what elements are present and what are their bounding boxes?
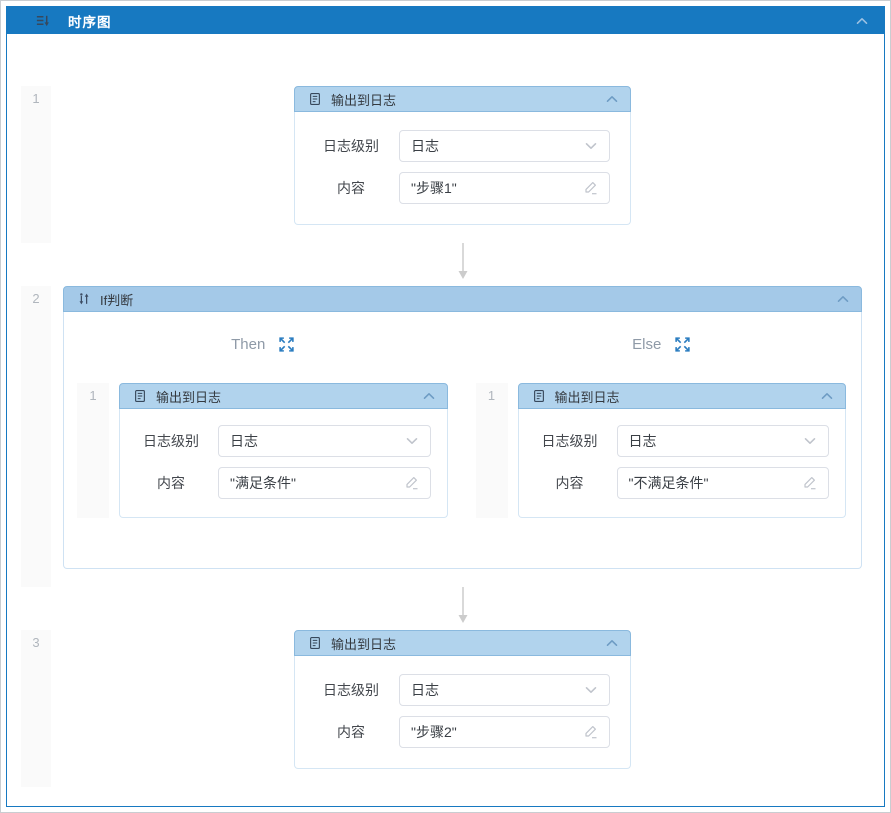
step-index: 2 bbox=[21, 286, 51, 587]
log-document-icon bbox=[532, 389, 546, 403]
block-title: 输出到日志 bbox=[331, 634, 396, 653]
else-branch: 1 输出到日志 bbox=[463, 383, 862, 518]
screen: 时序图 1 输出到日志 日志级别 bbox=[0, 0, 891, 813]
else-label: Else bbox=[632, 336, 661, 353]
log-document-icon bbox=[308, 636, 322, 650]
content-input[interactable]: "步骤2" bbox=[399, 716, 610, 748]
pencil-icon[interactable] bbox=[583, 180, 599, 196]
input-value: "步骤1" bbox=[411, 178, 577, 198]
block-title: 输出到日志 bbox=[331, 90, 396, 109]
content-label: 内容 bbox=[311, 722, 391, 742]
step-index: 1 bbox=[77, 383, 109, 518]
log-document-icon bbox=[133, 389, 147, 403]
log-level-label: 日志级别 bbox=[132, 431, 210, 451]
step-index: 3 bbox=[21, 630, 51, 787]
chevron-down-icon bbox=[583, 138, 599, 154]
sequence-canvas: 1 输出到日志 日志级别 日志 bbox=[7, 34, 884, 806]
log-block-header[interactable]: 输出到日志 bbox=[294, 630, 631, 656]
input-value: "步骤2" bbox=[411, 722, 577, 742]
pencil-icon[interactable] bbox=[802, 475, 818, 491]
log-level-label: 日志级别 bbox=[531, 431, 609, 451]
select-value: 日志 bbox=[411, 680, 577, 700]
then-branch: 1 输出到日志 bbox=[64, 383, 463, 518]
pencil-icon[interactable] bbox=[583, 724, 599, 740]
chevron-up-icon[interactable] bbox=[819, 388, 835, 404]
content-label: 内容 bbox=[531, 473, 609, 493]
chevron-up-icon[interactable] bbox=[835, 291, 851, 307]
input-value: "不满足条件" bbox=[629, 473, 797, 493]
log-level-select[interactable]: 日志 bbox=[399, 674, 610, 706]
select-value: 日志 bbox=[411, 136, 577, 156]
step-row-3: 3 输出到日志 日志级别 日志 bbox=[21, 630, 874, 787]
log-block-step1: 输出到日志 日志级别 日志 bbox=[294, 86, 631, 225]
content-label: 内容 bbox=[311, 178, 391, 198]
chevron-down-icon bbox=[802, 433, 818, 449]
sequence-list-icon bbox=[35, 13, 50, 28]
block-title: 输出到日志 bbox=[555, 387, 620, 406]
log-block-step3: 输出到日志 日志级别 日志 bbox=[294, 630, 631, 769]
step-index: 1 bbox=[476, 383, 508, 518]
step-row-1: 1 输出到日志 日志级别 日志 bbox=[21, 86, 874, 243]
content-input[interactable]: "步骤1" bbox=[399, 172, 610, 204]
expand-fullscreen-icon[interactable] bbox=[278, 336, 295, 353]
flow-connector-2 bbox=[21, 587, 874, 630]
sequence-panel: 时序图 1 输出到日志 日志级别 bbox=[6, 6, 885, 807]
chevron-up-icon[interactable] bbox=[854, 13, 870, 29]
log-block-else: 输出到日志 日志级别 日志 bbox=[518, 383, 847, 518]
log-document-icon bbox=[308, 92, 322, 106]
content-label: 内容 bbox=[132, 473, 210, 493]
branch-arrows-icon bbox=[77, 292, 91, 306]
block-title: 输出到日志 bbox=[156, 387, 221, 406]
log-level-label: 日志级别 bbox=[311, 680, 391, 700]
log-level-label: 日志级别 bbox=[311, 136, 391, 156]
panel-header[interactable]: 时序图 bbox=[7, 7, 884, 34]
panel-title: 时序图 bbox=[68, 11, 112, 31]
if-block-header[interactable]: If判断 bbox=[63, 286, 862, 312]
arrow-down-icon bbox=[455, 587, 471, 630]
if-block: If判断 Then Else bbox=[63, 286, 862, 569]
pencil-icon[interactable] bbox=[404, 475, 420, 491]
content-input[interactable]: "不满足条件" bbox=[617, 467, 830, 499]
arrow-down-icon bbox=[455, 243, 471, 286]
expand-fullscreen-icon[interactable] bbox=[674, 336, 691, 353]
step-row-2: 2 If判断 Then bbox=[21, 286, 874, 587]
log-block-header[interactable]: 输出到日志 bbox=[119, 383, 448, 409]
log-block-header[interactable]: 输出到日志 bbox=[294, 86, 631, 112]
log-block-header[interactable]: 输出到日志 bbox=[518, 383, 847, 409]
then-label: Then bbox=[231, 336, 265, 353]
select-value: 日志 bbox=[629, 431, 797, 451]
chevron-up-icon[interactable] bbox=[421, 388, 437, 404]
log-level-select[interactable]: 日志 bbox=[399, 130, 610, 162]
log-level-select[interactable]: 日志 bbox=[617, 425, 830, 457]
log-level-select[interactable]: 日志 bbox=[218, 425, 431, 457]
flow-connector-1 bbox=[21, 243, 874, 286]
block-title: If判断 bbox=[100, 290, 133, 309]
chevron-up-icon[interactable] bbox=[604, 635, 620, 651]
content-input[interactable]: "满足条件" bbox=[218, 467, 431, 499]
chevron-down-icon bbox=[583, 682, 599, 698]
select-value: 日志 bbox=[230, 431, 398, 451]
chevron-down-icon bbox=[404, 433, 420, 449]
step-index: 1 bbox=[21, 86, 51, 243]
log-block-then: 输出到日志 日志级别 日志 bbox=[119, 383, 448, 518]
chevron-up-icon[interactable] bbox=[604, 91, 620, 107]
input-value: "满足条件" bbox=[230, 473, 398, 493]
